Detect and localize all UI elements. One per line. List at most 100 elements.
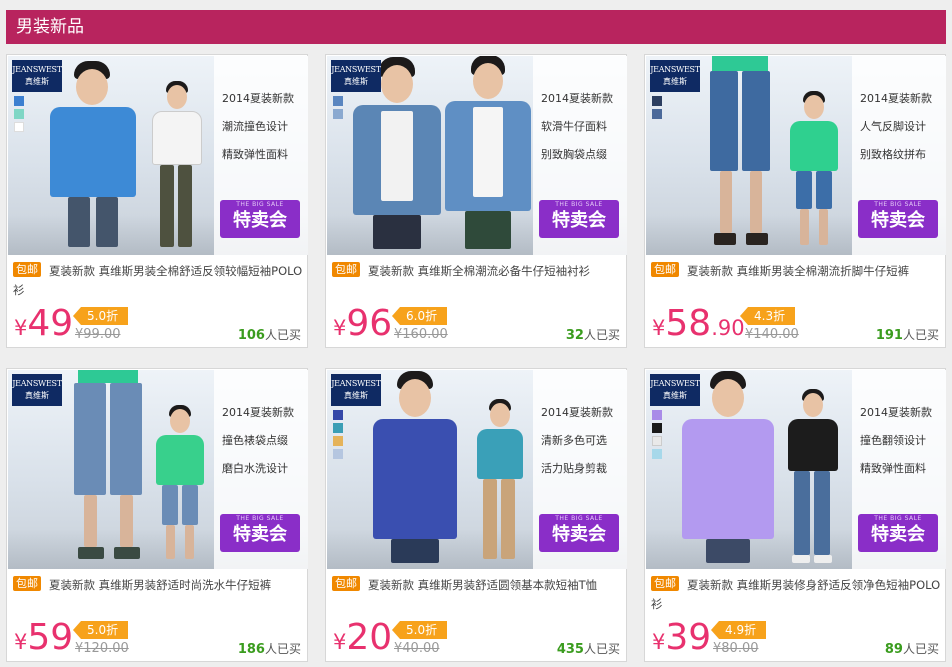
free-shipping-tag: 包邮 (651, 262, 679, 277)
feature-panel: 2014夏装新款 清新多色可选 活力贴身剪裁 THE BIG SALE 特卖会 (533, 370, 627, 569)
feature-panel: 2014夏装新款 人气反脚设计 别致格纹拼布 THE BIG SALE 特卖会 (852, 56, 946, 255)
feature-text: 2014夏装新款 (222, 92, 294, 105)
color-swatch (14, 109, 24, 119)
model-photo-icon (152, 403, 206, 563)
color-swatch (333, 423, 343, 433)
model-photo-icon (367, 370, 463, 563)
product-title-link[interactable]: 夏装新款 真维斯全棉潮流必备牛仔短袖衬衫 (332, 262, 622, 281)
product-banner-image[interactable]: JEANSWEST 真维斯 2014夏装新款 潮流撞色设计 精致弹性面料 THE… (8, 56, 308, 255)
original-price: ¥99.00 (75, 327, 121, 342)
product-price: ¥39 (652, 617, 712, 658)
product-title-link[interactable]: 夏装新款 真维斯男装舒适圆领基本款短袖T恤 (332, 576, 622, 595)
section-title: 男装新品 (16, 17, 84, 37)
product-price: ¥49 (14, 303, 74, 344)
free-shipping-tag: 包邮 (13, 576, 41, 591)
product-card[interactable]: JEANSWEST 真维斯 2014夏装新款 撞色翻领设计 精致弹性面料 THE… (644, 368, 946, 662)
feature-text: 撞色裱袋点缀 (222, 434, 288, 447)
sold-count: 435人已买 (556, 642, 620, 657)
discount-badge: 5.0折 (392, 621, 448, 639)
color-swatches (652, 96, 662, 122)
jeanswest-logo-icon: JEANSWEST 真维斯 (12, 374, 62, 406)
sold-count: 32人已买 (565, 328, 620, 343)
discount-badge: 5.0折 (73, 621, 129, 639)
color-swatches (333, 410, 343, 462)
color-swatches (652, 410, 662, 462)
color-swatch (14, 122, 24, 132)
feature-text: 2014夏装新款 (860, 406, 932, 419)
sale-badge: THE BIG SALE 特卖会 (539, 514, 619, 552)
sold-count: 191人已买 (875, 328, 939, 343)
product-banner-image[interactable]: JEANSWEST 真维斯 2014夏装新款 清新多色可选 活力贴身剪裁 THE… (327, 370, 627, 569)
sold-count: 186人已买 (237, 642, 301, 657)
color-swatch (652, 410, 662, 420)
feature-text: 清新多色可选 (541, 434, 607, 447)
feature-text: 2014夏装新款 (541, 92, 613, 105)
original-price: ¥160.00 (394, 327, 448, 342)
product-card[interactable]: JEANSWEST 真维斯 2014夏装新款 人气反脚设计 别致格纹拼布 THE… (644, 54, 946, 348)
product-title-link[interactable]: 夏装新款 真维斯男装修身舒适反领净色短袖POLO衫 (651, 576, 941, 614)
color-swatches (333, 96, 343, 122)
color-swatch (333, 109, 343, 119)
jeanswest-logo-icon: JEANSWEST 真维斯 (12, 60, 62, 92)
feature-text: 别致格纹拼布 (860, 148, 926, 161)
color-swatch (652, 109, 662, 119)
product-card[interactable]: JEANSWEST 真维斯 2014夏装新款 软滑牛仔面料 别致胸袋点缀 THE… (325, 54, 627, 348)
section-header: 男装新品 (6, 10, 946, 44)
free-shipping-tag: 包邮 (332, 576, 360, 591)
model-photo-icon (68, 370, 148, 563)
model-photo-icon (786, 89, 840, 249)
feature-panel: 2014夏装新款 撞色翻领设计 精致弹性面料 THE BIG SALE 特卖会 (852, 370, 946, 569)
feature-text: 2014夏装新款 (541, 406, 613, 419)
color-swatch (652, 96, 662, 106)
free-shipping-tag: 包邮 (332, 262, 360, 277)
sale-badge: THE BIG SALE 特卖会 (858, 200, 938, 238)
jeanswest-logo-icon: JEANSWEST 真维斯 (331, 60, 381, 92)
color-swatches (14, 96, 24, 135)
product-price: ¥59 (14, 617, 74, 658)
sale-badge: THE BIG SALE 特卖会 (539, 200, 619, 238)
color-swatch (333, 449, 343, 459)
feature-text: 人气反脚设计 (860, 120, 926, 133)
feature-text: 软滑牛仔面料 (541, 120, 607, 133)
product-banner-image[interactable]: JEANSWEST 真维斯 2014夏装新款 软滑牛仔面料 别致胸袋点缀 THE… (327, 56, 627, 255)
feature-panel: 2014夏装新款 潮流撞色设计 精致弹性面料 THE BIG SALE 特卖会 (214, 56, 308, 255)
product-title-link[interactable]: 夏装新款 真维斯男装舒适时尚洗水牛仔短裤 (13, 576, 303, 595)
discount-badge: 5.0折 (73, 307, 129, 325)
free-shipping-tag: 包邮 (13, 262, 41, 277)
sold-count: 89人已买 (884, 642, 939, 657)
feature-text: 磨白水洗设计 (222, 462, 288, 475)
jeanswest-logo-icon: JEANSWEST 真维斯 (650, 374, 700, 406)
product-price: ¥58.90 (652, 303, 745, 344)
product-banner-image[interactable]: JEANSWEST 真维斯 2014夏装新款 撞色裱袋点缀 磨白水洗设计 THE… (8, 370, 308, 569)
color-swatch (333, 436, 343, 446)
product-card[interactable]: JEANSWEST 真维斯 2014夏装新款 撞色裱袋点缀 磨白水洗设计 THE… (6, 368, 308, 662)
feature-text: 精致弹性面料 (860, 462, 926, 475)
model-photo-icon (473, 397, 525, 563)
product-banner-image[interactable]: JEANSWEST 真维斯 2014夏装新款 撞色翻领设计 精致弹性面料 THE… (646, 370, 946, 569)
feature-panel: 2014夏装新款 撞色裱袋点缀 磨白水洗设计 THE BIG SALE 特卖会 (214, 370, 308, 569)
color-swatch (652, 449, 662, 459)
sale-badge: THE BIG SALE 特卖会 (858, 514, 938, 552)
product-title-link[interactable]: 夏装新款 真维斯男装全棉舒适反领较幅短袖POLO衫 (13, 262, 303, 300)
color-swatch (652, 436, 662, 446)
model-photo-icon (443, 56, 533, 249)
feature-text: 撞色翻领设计 (860, 434, 926, 447)
feature-text: 潮流撞色设计 (222, 120, 288, 133)
product-banner-image[interactable]: JEANSWEST 真维斯 2014夏装新款 人气反脚设计 别致格纹拼布 THE… (646, 56, 946, 255)
product-title-link[interactable]: 夏装新款 真维斯男装全棉潮流折脚牛仔短裤 (651, 262, 941, 281)
color-swatch (333, 96, 343, 106)
color-swatch (14, 96, 24, 106)
sold-count: 106人已买 (237, 328, 301, 343)
jeanswest-logo-icon: JEANSWEST 真维斯 (650, 60, 700, 92)
product-card[interactable]: JEANSWEST 真维斯 2014夏装新款 清新多色可选 活力贴身剪裁 THE… (325, 368, 627, 662)
product-card[interactable]: JEANSWEST 真维斯 2014夏装新款 潮流撞色设计 精致弹性面料 THE… (6, 54, 308, 348)
jeanswest-logo-icon: JEANSWEST 真维斯 (331, 374, 381, 406)
discount-badge: 4.9折 (711, 621, 767, 639)
original-price: ¥120.00 (75, 641, 129, 656)
original-price: ¥140.00 (745, 327, 799, 342)
color-swatch (652, 423, 662, 433)
original-price: ¥40.00 (394, 641, 440, 656)
color-swatch (333, 410, 343, 420)
feature-text: 精致弹性面料 (222, 148, 288, 161)
product-price: ¥20 (333, 617, 393, 658)
